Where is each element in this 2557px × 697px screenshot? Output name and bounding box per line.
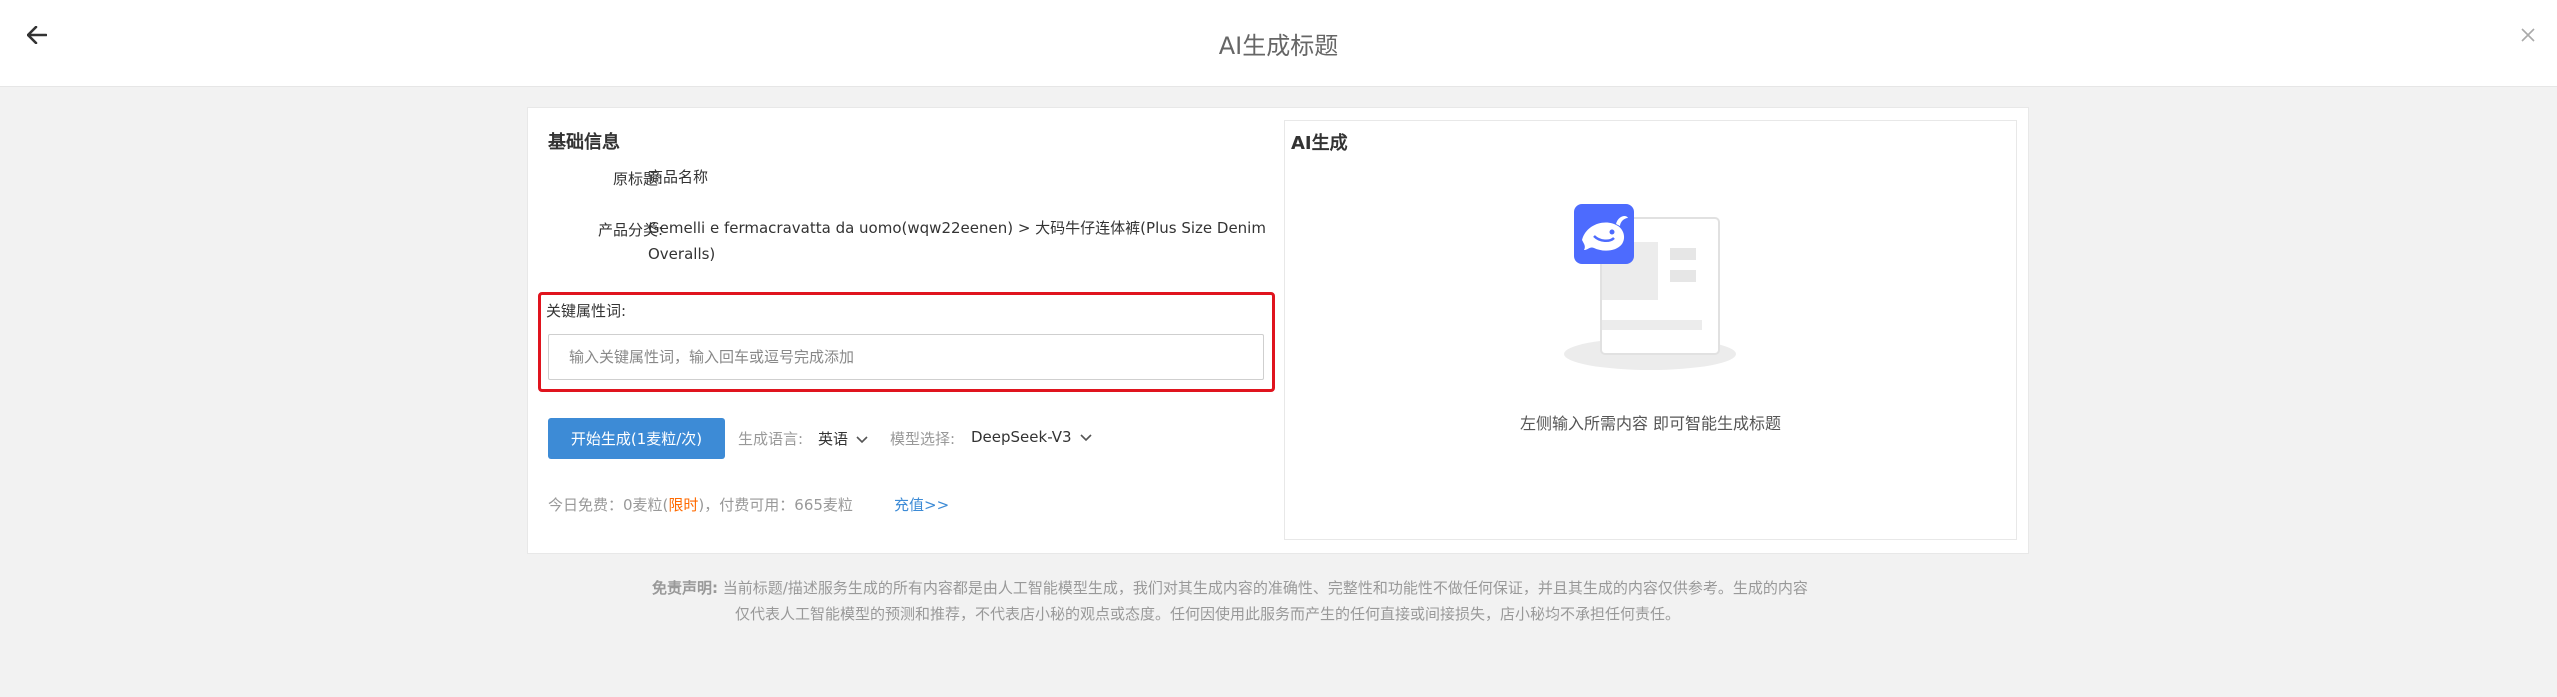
keyword-label: 关键属性词:: [546, 302, 627, 320]
category-value-line1: Gemelli e fermacravatta da uomo(wqw22een…: [648, 219, 1266, 237]
disclaimer-line1: 当前标题/描述服务生成的所有内容都是由人工智能模型生成，我们对其生成内容的准确性…: [722, 579, 1808, 597]
recharge-link[interactable]: 充值>>: [894, 494, 949, 515]
language-select[interactable]: 英语: [818, 428, 868, 449]
disclaimer-line2: 仅代表人工智能模型的预测和推荐，不代表店小秘的观点或态度。任何因使用此服务而产生…: [735, 605, 1681, 623]
language-label: 生成语言:: [738, 430, 804, 448]
basic-info-title: 基础信息: [548, 132, 620, 153]
category-value-line2: Overalls): [648, 245, 716, 263]
quota-text: 今日免费：0麦粒(限时)，付费可用：665麦粒: [548, 494, 853, 515]
ai-panel-hint: 左侧输入所需内容 即可智能生成标题: [1519, 414, 1782, 433]
empty-state-illustration: [1564, 204, 1736, 370]
model-select[interactable]: DeepSeek-V3: [971, 428, 1092, 446]
quota-suffix: )，付费可用：665麦粒: [698, 496, 853, 514]
original-title-value: 商品名称: [648, 168, 709, 186]
close-button[interactable]: [2513, 22, 2543, 52]
ai-panel-title: AI生成: [1291, 133, 1348, 154]
page-title: AI生成标题: [1218, 32, 1339, 60]
close-icon: [2520, 27, 2536, 47]
disclaimer: 免责声明: 当前标题/描述服务生成的所有内容都是由人工智能模型生成，我们对其生成…: [652, 575, 1914, 627]
category-label: 产品分类:: [597, 221, 663, 239]
category-value: Gemelli e fermacravatta da uomo(wqw22een…: [648, 215, 1268, 267]
limited-badge: 限时: [668, 496, 699, 514]
deepseek-whale-icon: [1574, 204, 1634, 264]
chevron-down-icon: [856, 430, 868, 448]
chevron-down-icon: [1079, 428, 1092, 446]
language-value: 英语: [818, 430, 849, 448]
model-label: 模型选择:: [890, 430, 956, 448]
dialog-header: AI生成标题: [0, 0, 2557, 87]
disclaimer-head: 免责声明:: [652, 579, 718, 597]
keyword-input[interactable]: [548, 334, 1264, 380]
start-generate-button[interactable]: 开始生成(1麦粒/次): [548, 418, 725, 459]
quota-prefix: 今日免费：0麦粒(: [548, 496, 669, 514]
original-title-label: 原标题:: [612, 170, 663, 188]
model-value: DeepSeek-V3: [971, 428, 1072, 446]
